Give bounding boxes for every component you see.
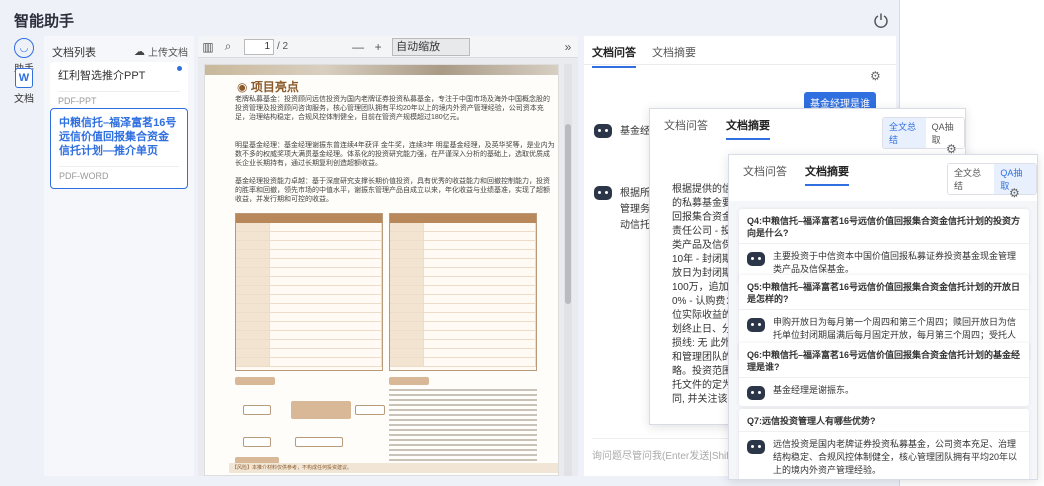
rail-item-docs[interactable]: W 文档 bbox=[11, 68, 37, 105]
search-icon[interactable]: ⌕ bbox=[218, 39, 238, 54]
bot-message-line: 根据所 bbox=[620, 188, 650, 199]
doc-list-title: 文档列表 bbox=[52, 47, 96, 59]
flow-node bbox=[355, 405, 385, 415]
mode-full-summary[interactable]: 全文总结 bbox=[883, 118, 926, 148]
pdf-scroll-thumb[interactable] bbox=[565, 124, 571, 304]
sidebar-toggle-icon[interactable]: ▥ bbox=[198, 40, 218, 54]
doc-list-panel: 文档列表 ☁ 上传文档 红利智选推介PPT PDF-PPT 中粮信托–福泽富茗1… bbox=[44, 36, 194, 476]
bot-message-line: 管理务 bbox=[620, 204, 650, 215]
zoom-select[interactable]: 自动缩放 bbox=[392, 37, 471, 56]
bot-avatar-icon bbox=[747, 318, 765, 332]
power-icon[interactable] bbox=[873, 12, 889, 28]
flow-node bbox=[295, 437, 343, 447]
pdf-paragraph: 基金经理投资能力卓越：基于深度研究支撑长期价值投资，具有优秀的收益能力和回撤控制… bbox=[235, 178, 550, 203]
qa-answer-row: 远信投资是国内老牌证券投资私募基金，公司资本充足、治理结构稳定、合规风控体制健全… bbox=[739, 432, 1029, 479]
qa-extract-window: 文档问答 文档摘要 全文总结 QA抽取 ⚙ Q4:中粮信托–福泽富茗16号远信价… bbox=[728, 154, 1038, 480]
page-number-input[interactable]: 1 bbox=[244, 38, 274, 55]
pdf-paragraph: 老牌私募基金：投资顾问远信投资为国内老牌证券投资私募基金，专注于中国市场及海外中… bbox=[235, 96, 550, 121]
gear-icon[interactable]: ⚙ bbox=[870, 70, 882, 82]
bot-message: 基金经 bbox=[594, 124, 650, 140]
pdf-scrollbar[interactable] bbox=[564, 64, 572, 476]
doc-list-item[interactable]: 红利智选推介PPT PDF-PPT bbox=[50, 62, 188, 113]
upload-button[interactable]: ☁ 上传文档 bbox=[134, 44, 188, 59]
doc-type-tag: PDF-PPT bbox=[58, 91, 180, 106]
mode-full-summary[interactable]: 全文总结 bbox=[948, 164, 995, 194]
pdf-header-banner bbox=[205, 65, 558, 75]
bot-message-text: 基金经 bbox=[620, 126, 650, 137]
pdf-toolbar: ▥ ⌕ 1 / 2 — + 自动缩放 » bbox=[198, 36, 578, 58]
qa-answer: 主要投资于中信资本中国价值回报私募证券投资基金现金管理类产品及信保基金。 bbox=[773, 251, 1017, 274]
unread-dot bbox=[177, 66, 182, 71]
bot-avatar-icon bbox=[594, 186, 612, 200]
flow-center-box bbox=[291, 401, 351, 419]
app-title: 智能助手 bbox=[14, 13, 75, 30]
flow-section-label bbox=[235, 377, 275, 385]
qa-answer: 远信投资是国内老牌证券投资私募基金，公司资本充足、治理结构稳定、合规风控体制健全… bbox=[773, 439, 1018, 475]
mode-qa-extract[interactable]: QA抽取 bbox=[925, 118, 964, 148]
tab-doc-qa[interactable]: 文档问答 bbox=[743, 163, 787, 186]
doc-name: 红利智选推介PPT bbox=[58, 70, 146, 82]
qa-answer-row: 基金经理是谢振东。 bbox=[739, 378, 1029, 406]
pdf-viewer: ▥ ⌕ 1 / 2 — + 自动缩放 » 项目亮点 老牌私募基金：投资顾问远信投… bbox=[198, 36, 578, 476]
upload-label: 上传文档 bbox=[148, 48, 188, 59]
rail-docs-label: 文档 bbox=[14, 94, 34, 105]
page-total: / 2 bbox=[277, 41, 289, 52]
doc-name: 中粮信托–福泽富茗16号远信价值回报集合资金信托计划—推介单页 bbox=[59, 117, 177, 157]
qa-question: Q7:远信投资管理人有哪些优势? bbox=[739, 409, 1029, 432]
tab-doc-summary[interactable]: 文档摘要 bbox=[805, 163, 849, 186]
pdf-section-heading: 项目亮点 bbox=[237, 78, 299, 95]
more-tools-icon[interactable]: » bbox=[558, 40, 578, 54]
qa-window-tabs: 文档问答 文档摘要 bbox=[743, 163, 849, 186]
bot-avatar-icon bbox=[594, 124, 612, 138]
pdf-paragraph: 明星基金经理：基金经理谢振东曾连续4年获评 金牛奖，连续3年 明星基金经理，及英… bbox=[235, 142, 555, 167]
qa-card: Q6:中粮信托–福泽富茗16号远信价值回报集合资金信托计划的基金经理是谁? 基金… bbox=[739, 343, 1029, 406]
summary-mode-toggle: 全文总结 QA抽取 bbox=[947, 163, 1037, 195]
bot-avatar-icon bbox=[747, 386, 765, 400]
product-elements-table bbox=[235, 213, 383, 371]
qa-question: Q4:中粮信托–福泽富茗16号远信价值回报集合资金信托计划的投资方向是什么? bbox=[739, 209, 1029, 244]
doc-list-item-active[interactable]: 中粮信托–福泽富茗16号远信价值回报集合资金信托计划—推介单页 PDF-WORD bbox=[50, 108, 188, 189]
risk-section-label bbox=[389, 377, 429, 385]
flow-node bbox=[243, 437, 271, 447]
cloud-upload-icon: ☁ bbox=[134, 46, 145, 58]
flow-node bbox=[243, 405, 271, 415]
tabs-divider bbox=[584, 64, 896, 65]
zoom-out-icon[interactable]: — bbox=[348, 40, 368, 54]
bot-message: 根据所 管理务 动信托 bbox=[594, 186, 650, 234]
tab-doc-summary[interactable]: 文档摘要 bbox=[726, 117, 770, 140]
qa-question: Q5:中粮信托–福泽富茗16号远信价值回报集合资金信托计划的开放日是怎样的? bbox=[739, 275, 1029, 310]
risk-text-block bbox=[389, 389, 537, 464]
qa-card: Q7:远信投资管理人有哪些优势? 远信投资是国内老牌证券投资私募基金，公司资本充… bbox=[739, 409, 1029, 479]
zoom-in-icon[interactable]: + bbox=[368, 40, 388, 54]
qa-card: Q4:中粮信托–福泽富茗16号远信价值回报集合资金信托计划的投资方向是什么? 主… bbox=[739, 209, 1029, 282]
qa-answer: 基金经理是谢振东。 bbox=[773, 385, 855, 395]
tab-doc-qa[interactable]: 文档问答 bbox=[664, 117, 708, 140]
bot-message-line: 动信托 bbox=[620, 220, 650, 231]
bot-avatar-icon bbox=[747, 252, 765, 266]
qa-question: Q6:中粮信托–福泽富茗16号远信价值回报集合资金信托计划的基金经理是谁? bbox=[739, 343, 1029, 378]
assistant-icon: ◡ bbox=[14, 38, 34, 58]
doc-type-tag: PDF-WORD bbox=[59, 166, 179, 181]
summary-window-tabs: 文档问答 文档摘要 bbox=[664, 117, 770, 140]
bot-avatar-icon bbox=[747, 440, 765, 454]
gear-icon[interactable]: ⚙ bbox=[1009, 187, 1021, 199]
word-doc-icon: W bbox=[15, 68, 33, 88]
pdf-footer-notice: 【风险】本推介材料仅供参考，不构成任何投资建议。 bbox=[229, 463, 558, 473]
pdf-page: 项目亮点 老牌私募基金：投资顾问远信投资为国内老牌证券投资私募基金，专注于中国市… bbox=[204, 64, 559, 476]
fund-elements-table bbox=[389, 213, 537, 371]
